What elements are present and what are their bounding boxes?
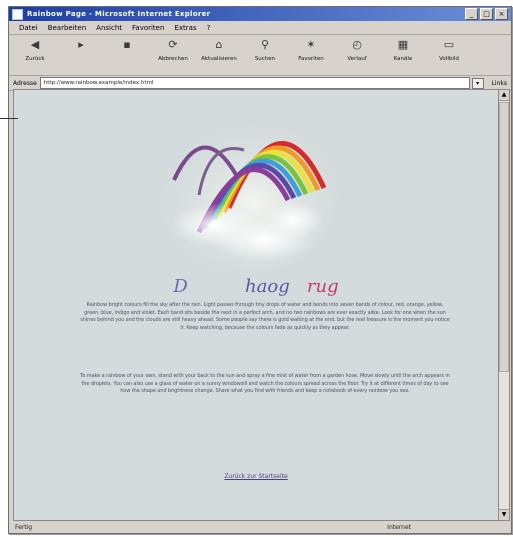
search-button[interactable]: ⚲ Suchen [245, 38, 285, 62]
forward-button[interactable]: ▸ [61, 38, 101, 56]
back-icon: ◀ [30, 38, 40, 51]
minimize-button[interactable]: _ [465, 8, 478, 20]
paragraph-1: Rainbow bright colours fill the sky afte… [80, 302, 450, 331]
history-icon: ◴ [352, 38, 362, 51]
menu-help[interactable]: ? [207, 24, 211, 32]
address-dropdown-button[interactable]: ▾ [471, 77, 484, 89]
rainbow-image [149, 115, 339, 275]
favorites-button[interactable]: ✶ Favoriten [291, 38, 331, 62]
home-icon: ⌂ [215, 38, 223, 51]
fullscreen-button[interactable]: ▭ Vollbild [429, 38, 469, 62]
scroll-thumb[interactable] [499, 102, 509, 372]
address-label: Adresse [13, 79, 37, 87]
channels-button[interactable]: ▦ Kanäle [383, 38, 423, 62]
menu-favorites[interactable]: Favoriten [132, 24, 164, 32]
status-text: Fertig [15, 524, 33, 531]
heading-part-3: rug [306, 276, 339, 297]
menu-view[interactable]: Ansicht [96, 24, 122, 32]
cancel-button[interactable]: ⟳ Abbrechen [153, 38, 193, 62]
address-input[interactable]: http://www.rainbow.example/index.html [39, 77, 470, 89]
stop-button[interactable]: ▪ [107, 38, 147, 56]
close-button[interactable]: × [495, 8, 508, 20]
paragraph-2: To make a rainbow of your own, stand wit… [80, 373, 450, 395]
menu-bar: Datei Bearbeiten Ansicht Favoriten Extra… [9, 21, 511, 35]
page-heading: D haog rug [14, 276, 498, 297]
heading-part-2: haog [245, 276, 290, 297]
maximize-button[interactable]: □ [480, 8, 493, 20]
fullscreen-icon: ▭ [443, 38, 455, 51]
security-zone: Internet [387, 524, 411, 531]
menu-edit[interactable]: Bearbeiten [48, 24, 86, 32]
status-bar: Fertig Internet [9, 522, 511, 533]
heading-part-1: D [173, 276, 188, 297]
title-bar: Rainbow Page - Microsoft Internet Explor… [9, 7, 511, 21]
window-title: Rainbow Page - Microsoft Internet Explor… [27, 10, 211, 18]
toolbar: ◀ Zurück ▸ ▪ ⟳ Abbrechen ⌂ Aktualisieren ⚲ S… [9, 35, 511, 76]
back-to-home-link[interactable]: Zurück zur Startseite [14, 473, 498, 480]
history-button[interactable]: ◴ Verlauf [337, 38, 377, 62]
scroll-down-arrow-icon[interactable]: ▼ [499, 509, 509, 520]
scroll-up-arrow-icon[interactable]: ▲ [499, 90, 509, 101]
browser-window: Rainbow Page - Microsoft Internet Explor… [8, 6, 512, 534]
refresh-icon: ⟳ [168, 38, 178, 51]
menu-tools[interactable]: Extras [174, 24, 196, 32]
stop-icon: ▪ [123, 38, 131, 51]
channels-icon: ▦ [397, 38, 409, 51]
browser-app-icon [12, 8, 23, 20]
vertical-scrollbar[interactable]: ▲ ▼ [498, 89, 510, 521]
menu-file[interactable]: Datei [19, 24, 38, 32]
favorites-icon: ✶ [306, 38, 316, 51]
callout-line [0, 118, 18, 119]
search-icon: ⚲ [260, 38, 270, 51]
page-content: D haog rug Rainbow bright colours fill t… [13, 89, 499, 521]
refresh-button[interactable]: ⌂ Aktualisieren [199, 38, 239, 62]
forward-icon: ▸ [78, 38, 84, 51]
links-button[interactable]: Links [492, 80, 507, 87]
back-button[interactable]: ◀ Zurück [15, 38, 55, 62]
